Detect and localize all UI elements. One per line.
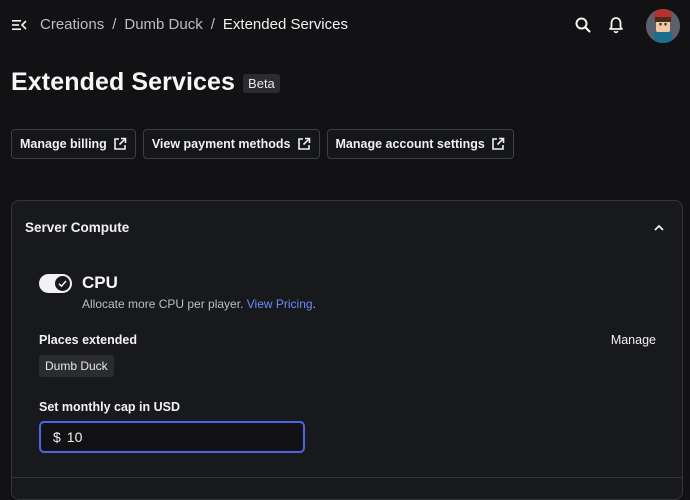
manage-account-settings-button[interactable]: Manage account settings: [326, 129, 514, 159]
view-pricing-link[interactable]: View Pricing: [247, 297, 313, 311]
monthly-cap-field[interactable]: $: [39, 421, 305, 453]
cpu-title: CPU: [82, 273, 118, 292]
breadcrumb: Creations / Dumb Duck / Extended Service…: [40, 16, 348, 33]
external-link-icon: [492, 137, 505, 150]
monthly-cap-label: Set monthly cap in USD: [39, 400, 180, 414]
page-title: Extended Services Beta: [11, 68, 280, 97]
chevron-up-icon[interactable]: [652, 221, 666, 235]
server-compute-card: Server Compute CPU Allocate more CPU per…: [11, 200, 683, 500]
menu-collapse-icon[interactable]: [11, 17, 27, 33]
external-link-icon: [114, 137, 127, 150]
action-buttons: Manage billing View payment methods Mana…: [11, 129, 514, 159]
cpu-description-text: Allocate more CPU per player.: [82, 297, 244, 311]
breadcrumb-separator: /: [112, 16, 117, 33]
view-payment-methods-button[interactable]: View payment methods: [142, 129, 320, 159]
section-divider: [12, 477, 682, 478]
monthly-cap-input[interactable]: [66, 429, 267, 445]
cpu-description-period: .: [312, 297, 316, 311]
toggle-knob: [55, 276, 70, 291]
avatar-image: [646, 9, 680, 43]
view-payment-methods-label: View payment methods: [151, 137, 291, 151]
manage-billing-button[interactable]: Manage billing: [11, 129, 136, 159]
places-extended-label: Places extended: [39, 333, 137, 347]
manage-account-settings-label: Manage account settings: [335, 137, 485, 151]
place-chip: Dumb Duck: [39, 355, 114, 377]
check-icon: [58, 280, 67, 288]
breadcrumb-experience[interactable]: Dumb Duck: [124, 16, 202, 33]
cpu-toggle[interactable]: [39, 274, 72, 293]
page-title-text: Extended Services: [11, 68, 236, 96]
breadcrumb-current: Extended Services: [222, 16, 348, 33]
avatar[interactable]: [646, 9, 680, 43]
server-compute-title: Server Compute: [25, 220, 130, 235]
external-link-icon: [297, 137, 310, 150]
currency-prefix: $: [53, 429, 61, 445]
manage-places-button[interactable]: Manage: [611, 333, 656, 347]
bell-icon[interactable]: [607, 16, 625, 34]
breadcrumb-separator: /: [210, 16, 215, 33]
cpu-description: Allocate more CPU per player. View Prici…: [82, 297, 316, 311]
breadcrumb-creations[interactable]: Creations: [40, 16, 104, 33]
search-icon[interactable]: [574, 16, 592, 34]
top-bar: Creations / Dumb Duck / Extended Service…: [0, 0, 690, 50]
beta-badge: Beta: [243, 74, 280, 93]
manage-billing-label: Manage billing: [20, 137, 107, 151]
